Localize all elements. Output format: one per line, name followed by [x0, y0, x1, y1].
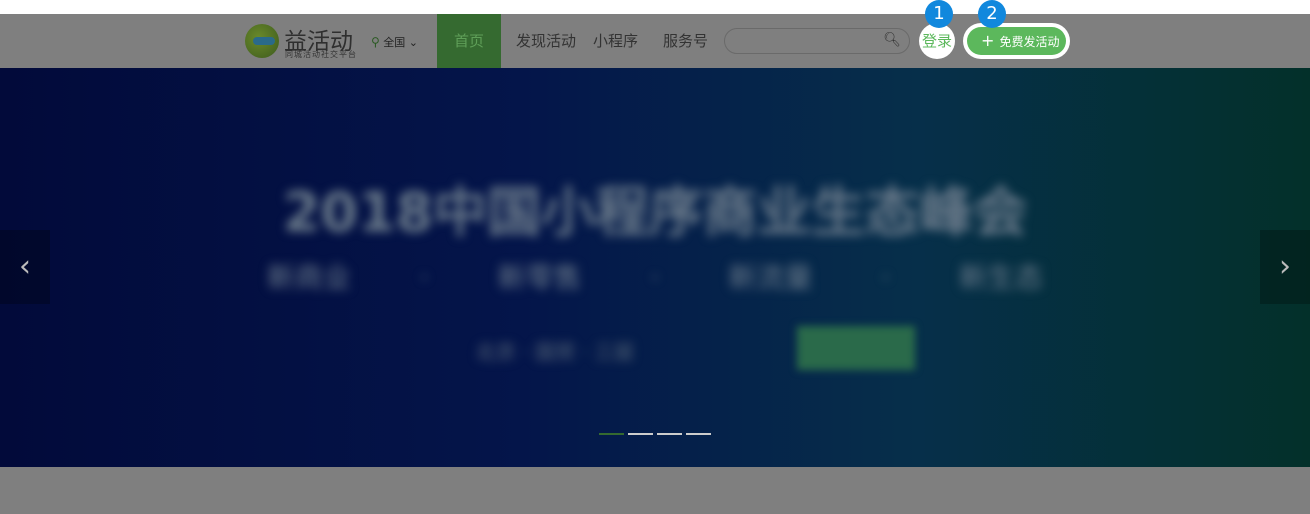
prev-slide-arrow-icon[interactable]: ‹: [0, 230, 50, 304]
slide-dot[interactable]: [657, 433, 682, 435]
banner-cta[interactable]: [797, 326, 915, 370]
annotation-badge-1: 1: [925, 0, 953, 28]
slide-dot[interactable]: [628, 433, 653, 435]
annotation-badge-2: 2: [978, 0, 1006, 28]
nav-service-account[interactable]: 服务号: [663, 14, 708, 68]
publish-event-button[interactable]: + 免费发活动: [963, 23, 1070, 59]
location-pin-icon: ⚲: [371, 35, 380, 49]
top-strip: [0, 0, 1310, 14]
publish-label: 免费发活动: [999, 35, 1060, 49]
logo-icon[interactable]: [245, 24, 279, 58]
brand-slogan: 同城活动社交平台: [285, 50, 357, 59]
slide-indicators: [599, 433, 711, 435]
chevron-down-icon: ⌄: [408, 36, 419, 49]
hero-banner[interactable]: 2018中国小程序商业生态峰会 新商业 · 新零售 · 新流量 · 新生态 北京…: [0, 68, 1310, 467]
city-selector[interactable]: ⚲ 全国 ⌄: [371, 34, 418, 50]
nav-miniprogram[interactable]: 小程序: [593, 14, 638, 68]
header-nav: 益活动 同城活动社交平台 ⚲ 全国 ⌄ 首页 发现活动 小程序 服务号 🔍︎ 登…: [0, 14, 1310, 68]
city-label: 全国: [383, 36, 406, 49]
banner-subtitle: 新商业 · 新零售 · 新流量 · 新生态: [266, 261, 1044, 294]
next-slide-arrow-icon[interactable]: ›: [1260, 230, 1310, 304]
login-button[interactable]: 登录: [919, 23, 955, 59]
slide-dot[interactable]: [686, 433, 711, 435]
search-input[interactable]: 🔍︎: [724, 28, 910, 54]
banner-info: 北京 · 国贸 · 三层: [475, 340, 635, 364]
banner-title: 2018中国小程序商业生态峰会: [282, 181, 1028, 244]
slide-dot[interactable]: [599, 433, 624, 435]
search-icon[interactable]: 🔍︎: [883, 32, 901, 48]
nav-discover[interactable]: 发现活动: [516, 14, 576, 68]
nav-home[interactable]: 首页: [437, 14, 501, 68]
plus-icon: +: [981, 31, 1000, 50]
